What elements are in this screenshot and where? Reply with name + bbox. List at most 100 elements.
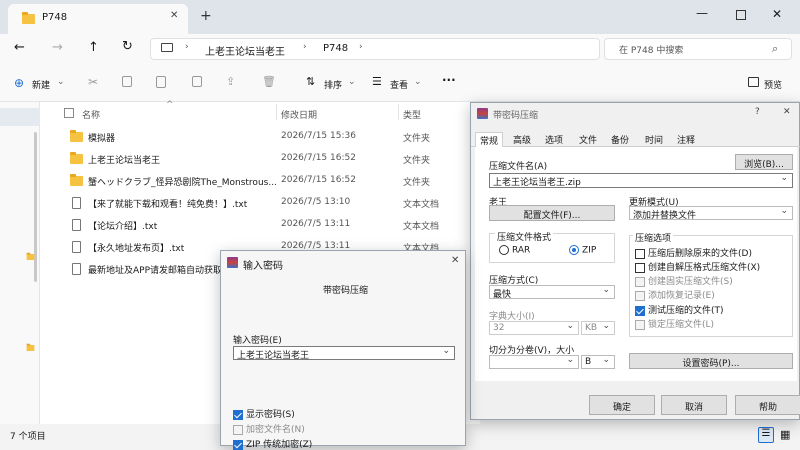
dict-unit-select[interactable]: KB — [581, 321, 615, 335]
close-icon[interactable]: ✕ — [783, 107, 791, 117]
select-all-checkbox[interactable] — [64, 108, 77, 119]
tab-options[interactable]: 选项 — [545, 133, 563, 146]
forward-icon[interactable]: → — [52, 40, 63, 55]
dialog-title: 输入密码 — [243, 261, 283, 272]
update-mode-select[interactable]: 添加并替换文件 — [629, 206, 793, 220]
column-divider[interactable] — [398, 104, 399, 120]
show-password-checkbox[interactable]: 显示密码(S) — [233, 407, 295, 420]
maximize-icon[interactable] — [736, 10, 746, 20]
close-icon[interactable]: ✕ — [451, 255, 459, 266]
folder-icon — [22, 12, 35, 24]
folder-icon — [26, 252, 35, 260]
column-header-type[interactable]: 类型 — [403, 108, 421, 121]
item-count: 7 个项目 — [10, 432, 46, 442]
file-row[interactable]: 蟹ヘッドクラブ_怪异恐剧院The_Monstrous... 2026/7/15 … — [70, 171, 480, 191]
details-view-icon[interactable]: ☰ — [758, 427, 774, 443]
cut-icon[interactable]: ✂ — [88, 75, 98, 89]
tab-p748[interactable]: P748 ✕ — [8, 4, 188, 34]
zip-legacy-checkbox[interactable]: ZIP 传统加密(Z) — [233, 437, 312, 450]
file-row[interactable]: 【来了就能下载和观看！纯免费！】.txt 2026/7/5 13:10 文本文档 — [70, 193, 480, 213]
set-password-button[interactable]: 设置密码(P)... — [629, 353, 793, 369]
breadcrumb-item[interactable]: 上老王论坛当老王 — [205, 43, 285, 58]
view-button[interactable]: 查看 — [390, 78, 408, 91]
file-row[interactable]: 模拟器 2026/7/15 15:36 文件夹 — [70, 127, 480, 147]
file-date: 2026/7/15 16:52 — [281, 175, 356, 185]
navigation-pane[interactable] — [0, 102, 51, 424]
archive-name-label: 压缩文件名(A) — [489, 162, 548, 172]
ok-button[interactable]: 确定 — [589, 395, 655, 415]
method-select[interactable]: 最快 — [489, 285, 615, 299]
file-type: 文本文档 — [403, 200, 440, 210]
address-bar-row: ← → ↑ ↻ › 上老王论坛当老王 › P748 › 在 P748 中搜索 ⌕ — [0, 34, 800, 64]
tiles-view-icon[interactable]: ▦ — [780, 428, 790, 441]
browse-button[interactable]: 浏览(B)... — [735, 154, 793, 170]
file-name: 模拟器 — [88, 134, 116, 144]
file-type: 文本文档 — [403, 222, 440, 232]
dict-size-select[interactable]: 32 — [489, 321, 579, 335]
option-sfx[interactable]: 创建自解压格式压缩文件(X) — [635, 260, 760, 273]
tab-files[interactable]: 文件 — [579, 133, 597, 146]
tab-comment[interactable]: 注释 — [677, 133, 695, 146]
winrar-icon — [227, 257, 238, 268]
option-recovery[interactable]: 添加恢复记录(E) — [635, 288, 715, 301]
up-icon[interactable]: ↑ — [88, 40, 99, 55]
sort-up-icon: ^ — [166, 100, 174, 110]
nav-scrollbar[interactable] — [34, 132, 37, 282]
close-window-icon[interactable]: ✕ — [772, 7, 782, 21]
tab-close-icon[interactable]: ✕ — [170, 10, 178, 21]
plus-circle-icon: ⊕ — [14, 76, 25, 90]
file-name: 蟹ヘッドクラブ_怪异恐剧院The_Monstrous... — [88, 178, 277, 188]
more-button[interactable]: ··· — [442, 73, 456, 87]
encrypt-names-checkbox[interactable]: 加密文件名(N) — [233, 422, 305, 435]
dialog-title: 带密码压缩 — [493, 111, 539, 121]
file-row[interactable]: 上老王论坛当老王 2026/7/15 16:52 文件夹 — [70, 149, 480, 169]
nav-selected-item[interactable] — [0, 108, 40, 126]
split-size-input[interactable] — [489, 355, 579, 369]
split-unit-select[interactable]: B — [581, 355, 615, 369]
sort-button[interactable]: 排序 — [324, 78, 342, 91]
option-test[interactable]: 测试压缩的文件(T) — [635, 303, 724, 316]
minimize-icon[interactable]: — — [696, 6, 708, 20]
help-button[interactable]: 帮助 — [735, 395, 800, 415]
file-date: 2026/7/5 13:10 — [281, 197, 351, 207]
folder-icon — [70, 130, 83, 142]
option-solid[interactable]: 创建固实压缩文件(S) — [635, 274, 733, 287]
delete-icon[interactable]: 🗑 — [262, 75, 276, 88]
tab-general[interactable]: 常规 — [475, 132, 504, 148]
file-date: 2026/7/5 13:11 — [281, 219, 351, 229]
refresh-icon[interactable]: ↻ — [122, 39, 133, 54]
breadcrumb[interactable]: › 上老王论坛当老王 › P748 › — [150, 38, 600, 60]
option-delete-after[interactable]: 压缩后删除原来的文件(D) — [635, 246, 752, 259]
search-input[interactable]: 在 P748 中搜索 — [604, 38, 792, 60]
text-file-icon — [72, 197, 81, 209]
text-file-icon — [72, 219, 81, 231]
file-type: 文件夹 — [403, 134, 431, 144]
archive-name-input[interactable]: 上老王论坛当老王.zip — [489, 173, 793, 188]
copy-icon[interactable] — [122, 76, 132, 87]
preview-button[interactable]: 预览 — [764, 78, 782, 91]
breadcrumb-item[interactable]: P748 — [323, 43, 348, 54]
new-tab-icon[interactable]: + — [200, 8, 212, 24]
rename-icon[interactable] — [192, 76, 202, 87]
tab-strip: 常规 高级 选项 文件 备份 时间 注释 — [471, 129, 800, 148]
cancel-button[interactable]: 取消 — [661, 395, 727, 415]
profiles-button[interactable]: 配置文件(F)... — [489, 205, 615, 221]
paste-icon[interactable] — [156, 76, 166, 88]
new-button[interactable]: 新建 — [32, 78, 50, 91]
chevron-down-icon: ⌄ — [57, 77, 65, 87]
tab-backup[interactable]: 备份 — [611, 133, 629, 146]
option-lock[interactable]: 锁定压缩文件(L) — [635, 317, 714, 330]
format-rar-radio[interactable]: RAR — [499, 245, 530, 256]
password-input[interactable]: 上老王论坛当老王 — [233, 346, 455, 360]
back-icon[interactable]: ← — [14, 40, 25, 55]
tab-time[interactable]: 时间 — [645, 133, 663, 146]
share-icon[interactable]: ⇪ — [226, 75, 235, 88]
help-icon[interactable]: ? — [755, 107, 760, 117]
file-row[interactable]: 【论坛介绍】.txt 2026/7/5 13:11 文本文档 — [70, 215, 480, 235]
tab-advanced[interactable]: 高级 — [513, 133, 531, 146]
column-divider[interactable] — [276, 104, 277, 120]
format-zip-radio[interactable]: ZIP — [569, 245, 596, 256]
column-header-name[interactable]: 名称 — [82, 108, 100, 121]
column-header-date[interactable]: 修改日期 — [281, 108, 317, 121]
chevron-right-icon[interactable]: › — [359, 42, 363, 52]
